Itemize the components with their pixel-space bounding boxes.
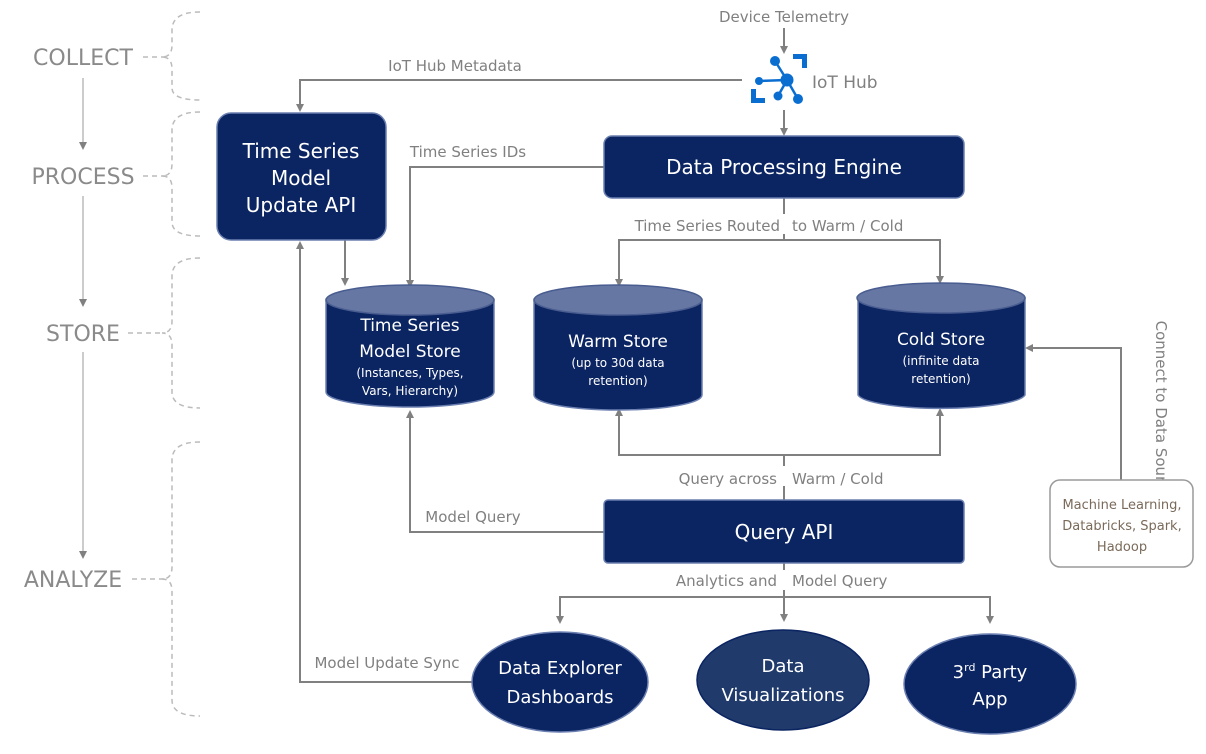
svg-text:Visualizations: Visualizations — [721, 685, 844, 706]
svg-text:Vars, Hierarchy): Vars, Hierarchy) — [362, 384, 458, 398]
tsm-update-api-box: Time Series Model Update API — [216, 112, 387, 241]
svg-text:3rd Party: 3rd Party — [953, 661, 1028, 683]
stage-collect: COLLECT — [33, 46, 133, 71]
svg-text:Data Explorer: Data Explorer — [498, 658, 622, 679]
tsm-store-cylinder: Time Series Model Store (Instances, Type… — [325, 284, 495, 408]
device-telemetry-label: Device Telemetry — [719, 8, 849, 26]
svg-text:Cold Store: Cold Store — [897, 330, 985, 350]
stage-arrows — [79, 56, 165, 580]
data-processing-engine-box: Data Processing Engine — [603, 135, 965, 199]
svg-text:Dashboards: Dashboards — [506, 687, 613, 708]
svg-text:Hadoop: Hadoop — [1097, 540, 1147, 555]
svg-text:(infinite data: (infinite data — [902, 354, 979, 368]
svg-text:Model: Model — [271, 166, 331, 190]
svg-text:Data Processing Engine: Data Processing Engine — [666, 155, 902, 179]
stage-braces — [161, 11, 201, 717]
svg-text:retention): retention) — [588, 374, 647, 388]
svg-text:(Instances, Types,: (Instances, Types, — [356, 366, 463, 380]
connect-data-source-label: Connect to Data Source — [1152, 321, 1170, 500]
warm-store-cylinder: Warm Store (up to 30d data retention) — [533, 284, 703, 411]
svg-text:retention): retention) — [911, 372, 970, 386]
svg-text:(up to 30d data: (up to 30d data — [571, 356, 664, 370]
third-party-app: 3rd Party App — [903, 633, 1077, 735]
iot-hub-label: IoT Hub — [812, 73, 878, 93]
query-api-box: Query API — [603, 499, 965, 564]
svg-text:Model Store: Model Store — [359, 342, 460, 362]
architecture-diagram: COLLECT PROCESS STORE ANALYZE Device Tel… — [24, 8, 1194, 735]
stage-process: PROCESS — [31, 165, 134, 190]
svg-text:Data: Data — [762, 656, 805, 677]
svg-text:Update API: Update API — [246, 193, 356, 217]
time-series-ids-label: Time Series IDs — [409, 143, 526, 161]
iot-hub-metadata-label: IoT Hub Metadata — [388, 57, 522, 75]
stage-store: STORE — [46, 322, 120, 347]
stage-analyze: ANALYZE — [24, 568, 122, 593]
query-across-label-a: Query across — [679, 470, 778, 488]
svg-text:Time Series: Time Series — [359, 316, 459, 336]
model-update-sync-label: Model Update Sync — [314, 654, 459, 672]
svg-text:App: App — [972, 689, 1007, 710]
model-query-label: Model Query — [425, 508, 521, 526]
external-sources-box: Machine Learning, Databricks, Spark, Had… — [1049, 479, 1194, 568]
routed-label-b: to Warm / Cold — [792, 217, 903, 235]
svg-text:Query API: Query API — [735, 520, 834, 544]
iot-hub-icon — [751, 54, 807, 104]
analytics-label-a: Analytics and — [676, 572, 777, 590]
data-visualizations: Data Visualizations — [696, 629, 870, 731]
data-explorer-dashboards: Data Explorer Dashboards — [471, 631, 649, 733]
svg-text:Machine Learning,: Machine Learning, — [1062, 498, 1181, 513]
svg-text:Time Series: Time Series — [242, 139, 360, 163]
svg-text:Databricks, Spark,: Databricks, Spark, — [1062, 519, 1181, 534]
analytics-label-b: Model Query — [792, 572, 888, 590]
svg-text:Warm Store: Warm Store — [568, 332, 668, 352]
cold-store-cylinder: Cold Store (infinite data retention) — [856, 282, 1026, 410]
query-across-label-b: Warm / Cold — [792, 470, 884, 488]
routed-label-a: Time Series Routed — [634, 217, 780, 235]
